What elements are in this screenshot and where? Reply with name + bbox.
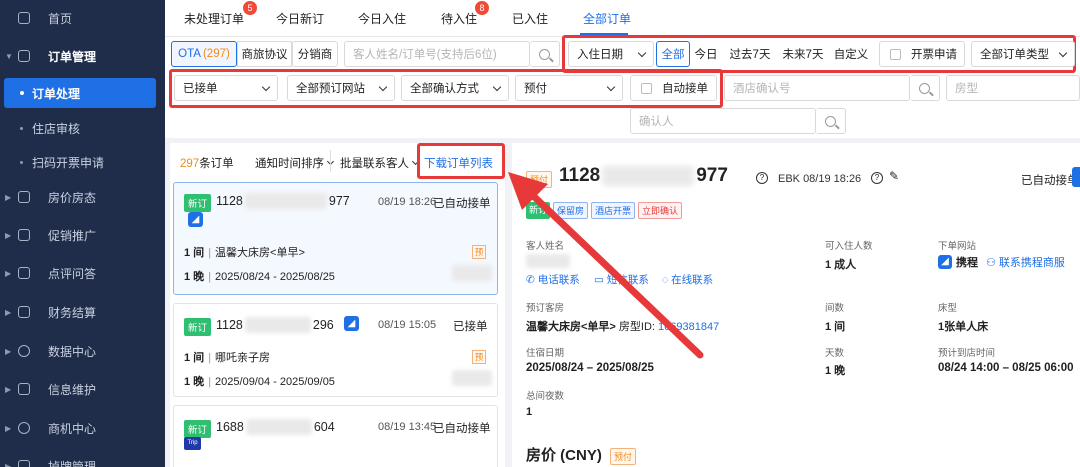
annotation-arrow xyxy=(508,172,704,359)
app-root: 首页 ▼ 订单管理 订单处理 住店审核 扫码开票申请 ▶ 房价房态 ▶ 促销推广 ▶ 点… xyxy=(0,0,1080,467)
